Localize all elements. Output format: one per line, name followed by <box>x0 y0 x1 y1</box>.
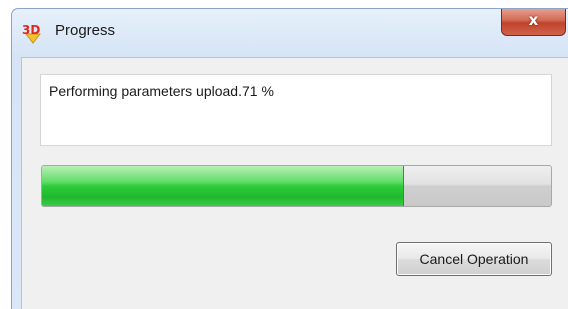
close-button[interactable]: x <box>501 9 566 36</box>
svg-text:3D: 3D <box>22 23 40 37</box>
cancel-operation-button[interactable]: Cancel Operation <box>396 242 552 276</box>
progress-dialog: 3D Progress x Performing parameters uplo… <box>11 8 568 309</box>
status-message-box: Performing parameters upload.71 % <box>40 74 552 146</box>
dialog-body: Performing parameters upload.71 % Cancel… <box>21 57 568 309</box>
progress-bar-fill <box>42 166 405 206</box>
close-icon: x <box>528 11 539 29</box>
progress-bar <box>41 165 552 207</box>
status-message: Performing parameters upload.71 % <box>49 83 274 99</box>
window-title: Progress <box>55 22 116 39</box>
3d-app-icon: 3D <box>20 21 46 47</box>
title-bar[interactable]: 3D Progress x <box>12 9 568 57</box>
